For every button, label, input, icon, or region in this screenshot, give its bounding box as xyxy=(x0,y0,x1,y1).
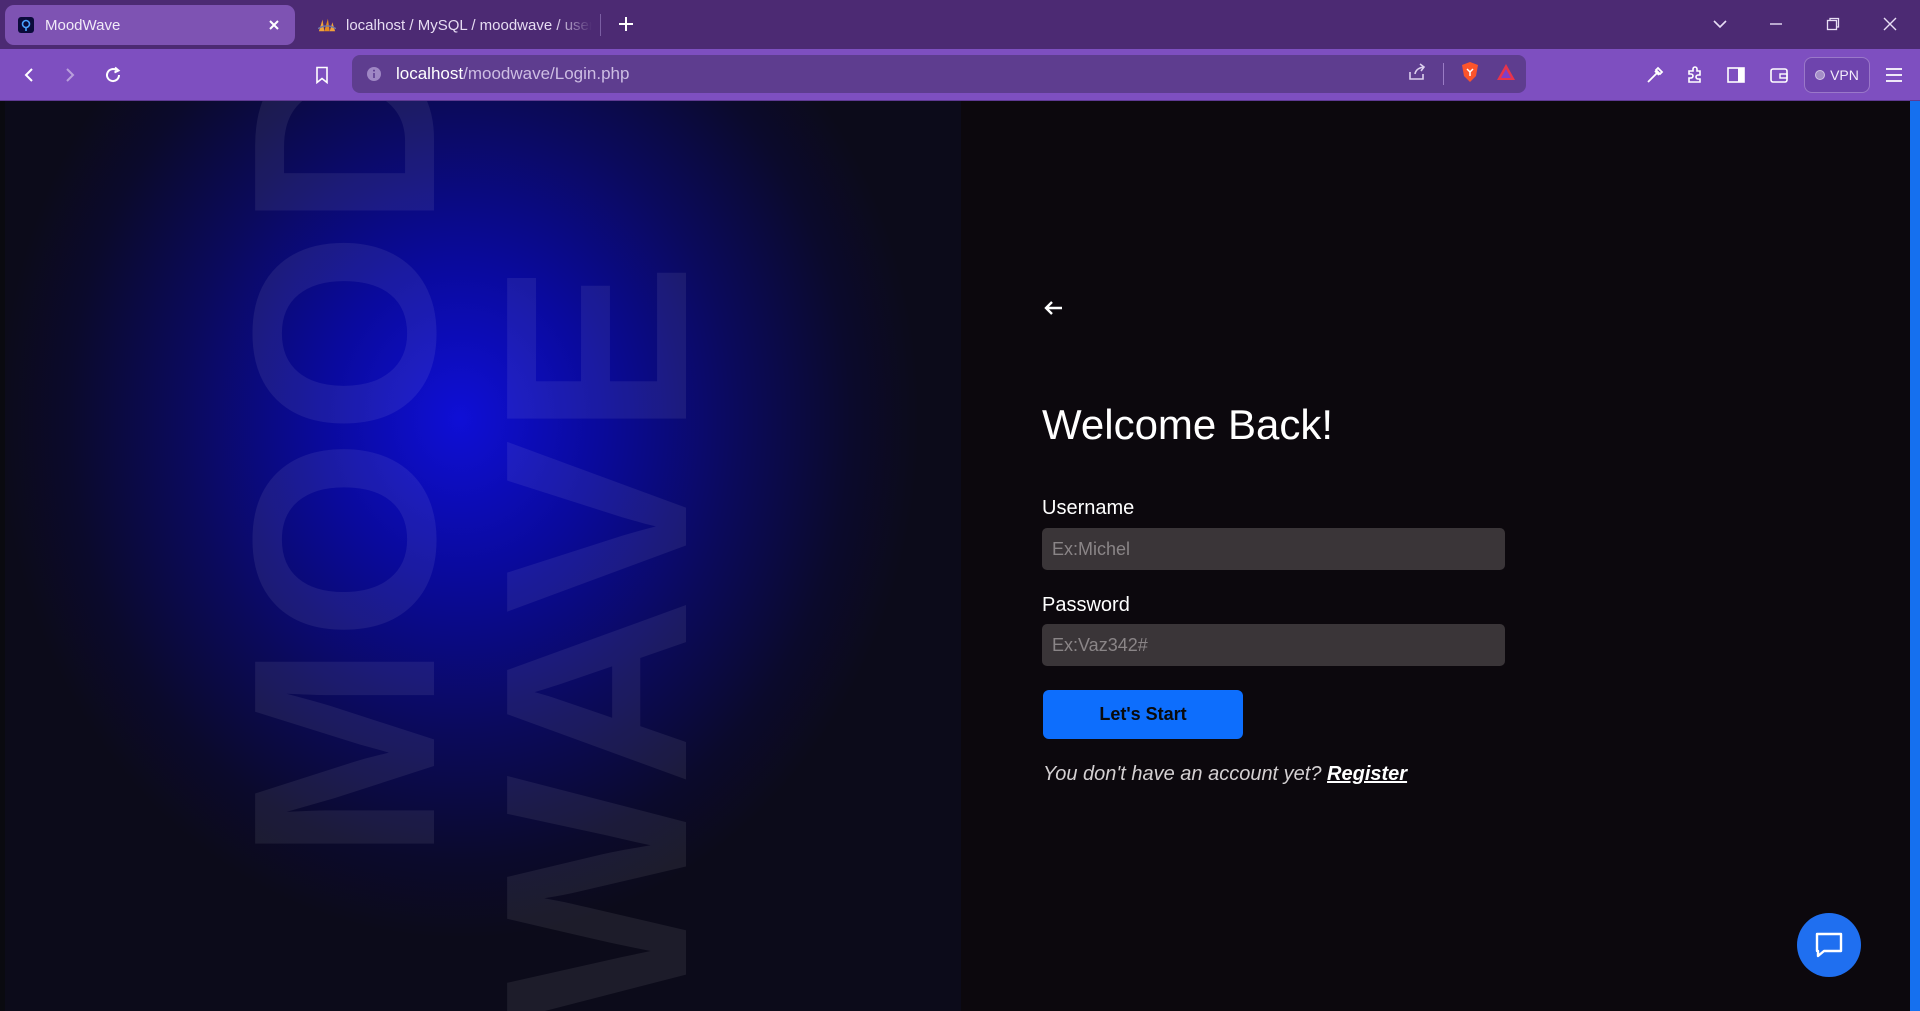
vpn-status-icon xyxy=(1815,70,1826,80)
browser-toolbar: localhost/moodwave/Login.php VPN xyxy=(0,49,1920,101)
password-label: Password xyxy=(1042,594,1130,616)
sidebar-toggle-icon[interactable] xyxy=(1721,60,1751,90)
wallet-icon[interactable] xyxy=(1764,60,1794,90)
phpmyadmin-favicon-icon xyxy=(318,16,336,34)
username-input[interactable] xyxy=(1042,528,1505,570)
extensions-icon[interactable] xyxy=(1680,60,1710,90)
browser-tab-bar: MoodWave localhost / MySQL / moodwave / … xyxy=(0,0,1920,49)
site-info-icon[interactable] xyxy=(364,64,384,84)
new-tab-button[interactable] xyxy=(612,10,640,38)
forward-nav-button[interactable] xyxy=(55,60,85,90)
moodwave-favicon-icon xyxy=(17,16,35,34)
lets-start-button[interactable]: Let's Start xyxy=(1043,690,1243,739)
vpn-button[interactable]: VPN xyxy=(1804,57,1870,93)
close-window-button[interactable] xyxy=(1870,8,1910,40)
minimize-window-button[interactable] xyxy=(1756,8,1796,40)
address-path: /moodwave/Login.php xyxy=(463,64,630,83)
tab-title: localhost / MySQL / moodwave / users xyxy=(346,16,592,34)
tab-title: MoodWave xyxy=(45,16,121,34)
tab-phpmyadmin[interactable]: localhost / MySQL / moodwave / users xyxy=(310,5,600,45)
tab-close-icon[interactable] xyxy=(265,16,283,34)
username-label: Username xyxy=(1042,497,1135,519)
chat-bubble-icon[interactable] xyxy=(1797,913,1861,977)
register-prompt: You don't have an account yet? Register xyxy=(1043,763,1407,786)
address-text[interactable]: localhost/moodwave/Login.php xyxy=(396,64,629,84)
login-page: MOOD WAVE Welcome Back! Username Passwor… xyxy=(0,101,1920,1011)
tab-moodwave[interactable]: MoodWave xyxy=(5,5,295,45)
arrow-left-icon[interactable] xyxy=(1042,296,1066,320)
address-bar[interactable]: localhost/moodwave/Login.php xyxy=(352,55,1526,93)
bookmark-icon[interactable] xyxy=(307,60,337,90)
vpn-label: VPN xyxy=(1830,67,1859,83)
tab-separator xyxy=(600,14,601,36)
reload-button[interactable] xyxy=(98,60,128,90)
restore-window-button[interactable] xyxy=(1813,8,1853,40)
brave-rewards-icon[interactable] xyxy=(1496,63,1516,86)
tab-list-chevron-down-icon[interactable] xyxy=(1700,8,1740,40)
register-prompt-text: You don't have an account yet? xyxy=(1043,763,1322,785)
hero-word-mood: MOOD xyxy=(200,101,490,861)
right-edge-bar xyxy=(1910,101,1920,1011)
hero-word-wave: WAVE xyxy=(452,258,742,1011)
address-separator xyxy=(1443,63,1444,85)
color-picker-icon[interactable] xyxy=(1640,60,1670,90)
hero-panel: MOOD WAVE xyxy=(5,101,961,1011)
brave-shields-icon[interactable] xyxy=(1460,61,1480,88)
password-input[interactable] xyxy=(1042,624,1505,666)
page-title: Welcome Back! xyxy=(1042,401,1333,448)
register-link[interactable]: Register xyxy=(1327,763,1407,785)
menu-hamburger-icon[interactable] xyxy=(1879,60,1909,90)
address-host: localhost xyxy=(396,64,464,83)
back-nav-button[interactable] xyxy=(14,60,44,90)
share-icon[interactable] xyxy=(1407,62,1427,87)
